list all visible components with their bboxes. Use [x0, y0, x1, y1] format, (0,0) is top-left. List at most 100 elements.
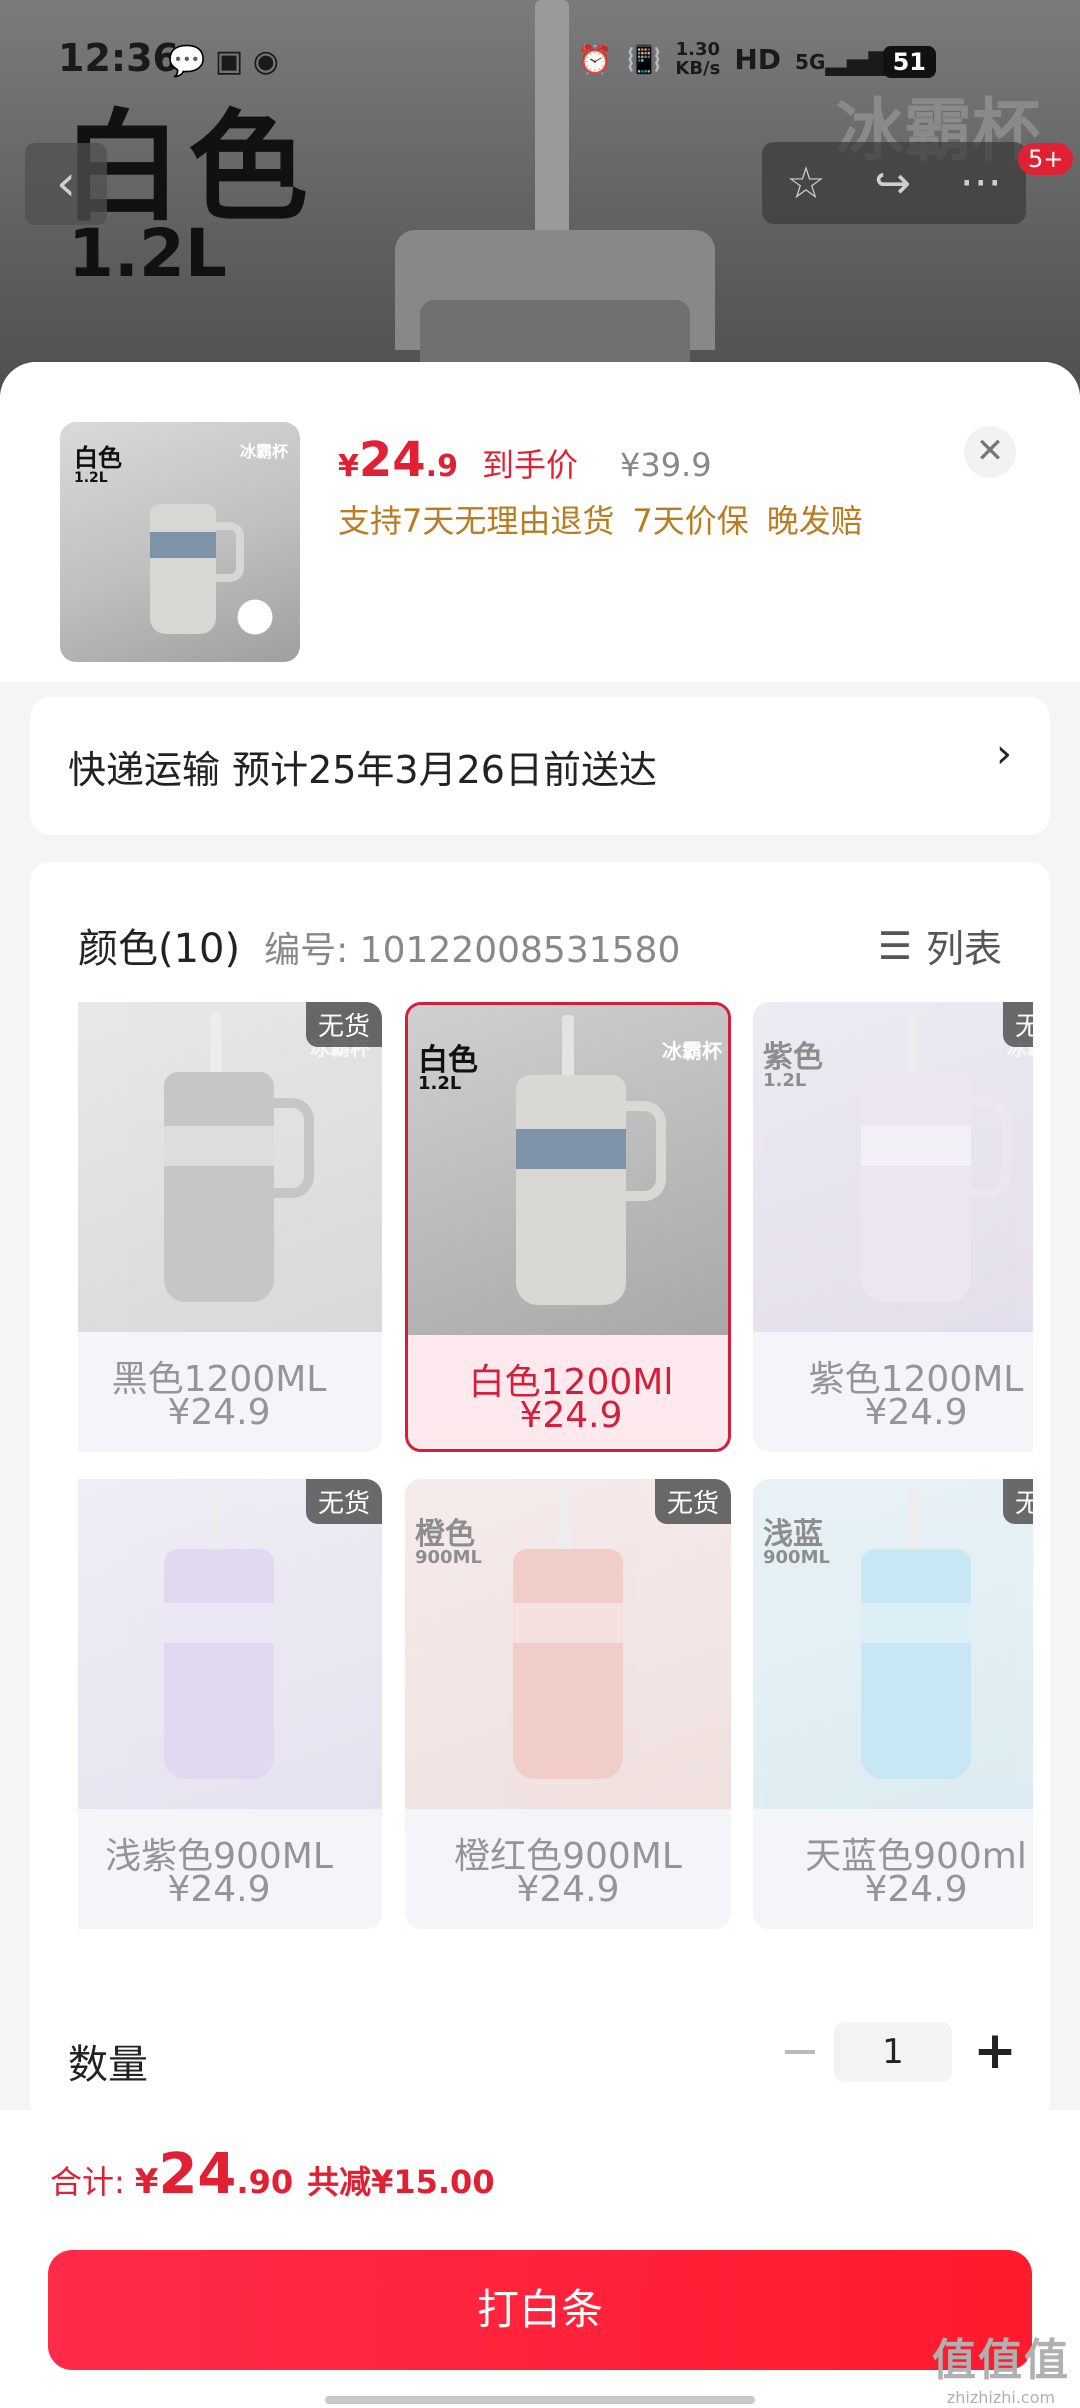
color-option-light-purple[interactable]: 浅紫色900ML ¥24.9 无货	[78, 1479, 382, 1929]
nav-action-group: ☆ ↪ ···	[762, 142, 1026, 224]
status-time: 12:36	[58, 36, 179, 80]
price-decimal: .9	[425, 449, 458, 484]
checkout-footer: 合计: ¥ 24 .90 共减¥15.00 打白条	[0, 2110, 1080, 2408]
final-price-label: 到手价	[481, 446, 578, 484]
close-icon: ✕	[975, 431, 1005, 471]
hd-icon: HD	[734, 42, 782, 76]
cup-handle	[270, 1098, 314, 1198]
chevron-right-icon: ›	[996, 731, 1012, 777]
cup-band	[516, 1129, 626, 1169]
cup-shape	[513, 1549, 623, 1779]
quantity-row: 数量 − 1 +	[30, 1992, 1050, 2122]
thumb-cup-band	[150, 532, 216, 558]
more-icon[interactable]: ···	[960, 158, 1002, 209]
cup-band	[164, 1126, 274, 1166]
color-option-white[interactable]: 白色 1.2L 冰霸杯 白色1200Ml ¥24.9	[405, 1002, 731, 1452]
quantity-label: 数量	[68, 2042, 148, 2088]
net-speed: 1.30 KB/s	[675, 40, 720, 78]
alarm-icon: ⏰	[577, 42, 613, 76]
price-currency: ¥	[338, 449, 359, 484]
option-image: 冰霸杯	[78, 1002, 382, 1332]
color-option-orange-red[interactable]: 橙色 900ML 橙红色900ML ¥24.9 无货	[405, 1479, 731, 1929]
option-capacity-text: 1.2L	[418, 1073, 462, 1094]
option-price: ¥24.9	[519, 1395, 623, 1436]
out-of-stock-badge: 无货	[305, 1002, 382, 1047]
option-capacity-text: 1.2L	[763, 1070, 807, 1091]
total-label: 合计:	[50, 2163, 125, 2201]
option-image: 紫色 1.2L 冰霸杯	[753, 1002, 1033, 1332]
total-decimal: .90	[236, 2163, 294, 2201]
cup-shape	[164, 1549, 274, 1779]
cup-shape	[861, 1072, 971, 1302]
list-view-toggle[interactable]: ☰ 列表	[878, 918, 1002, 973]
battery-level: 51	[882, 46, 936, 78]
option-brand: 冰霸杯	[662, 1039, 722, 1063]
watermark: 值值值 zhizhizhi.com	[932, 2324, 1070, 2407]
thumb-color-text: 白色	[74, 444, 122, 472]
total-saving: 共减¥15.00	[307, 2163, 495, 2201]
options-header: 颜色(10) 编号: 10122008531580	[78, 916, 680, 974]
total-price: 合计: ¥ 24 .90 共减¥15.00	[50, 2142, 495, 2207]
total-currency: ¥	[134, 2162, 159, 2202]
color-option-black[interactable]: 冰霸杯 黑色1200ML ¥24.9 无货	[78, 1002, 382, 1452]
quantity-increase-button[interactable]: +	[965, 2022, 1025, 2082]
hero-capacity-text: 1.2L	[68, 215, 227, 292]
chevron-left-icon: ‹	[56, 154, 76, 212]
shipping-row[interactable]: 快递运输 预计25年3月26日前送达 ›	[30, 697, 1050, 835]
product-thumbnail[interactable]: 白色 1.2L 冰霸杯	[60, 422, 300, 662]
option-price: ¥24.9	[516, 1869, 620, 1910]
option-price: ¥24.9	[864, 1869, 968, 1910]
ious-pay-button[interactable]: 打白条	[48, 2250, 1032, 2370]
price-integer: 24	[358, 432, 426, 488]
sku-selection-sheet: 白色 1.2L 冰霸杯 ¥24.9 到手价 ¥39.9 支持7天无理由退货 7天…	[0, 362, 1080, 2408]
option-capacity-text: 900ML	[763, 1547, 830, 1568]
list-view-label: 列表	[925, 927, 1002, 971]
share-icon[interactable]: ↪	[874, 158, 911, 209]
color-option-purple[interactable]: 紫色 1.2L 冰霸杯 紫色1200ML ¥24.9 无货	[753, 1002, 1033, 1452]
option-price: ¥24.9	[167, 1869, 271, 1910]
vibrate-icon: 📳	[626, 42, 662, 76]
message-badge: 5+	[1018, 143, 1074, 175]
close-button[interactable]: ✕	[964, 426, 1016, 478]
cup-shape	[516, 1075, 626, 1305]
color-option-sky-blue[interactable]: 浅蓝 900ML 天蓝色900ml ¥24.9 无货	[753, 1479, 1033, 1929]
back-button[interactable]: ‹	[25, 143, 107, 225]
out-of-stock-badge: 无货	[1002, 1002, 1033, 1047]
price-row: ¥24.9 到手价 ¥39.9	[338, 432, 712, 488]
list-icon: ☰	[877, 923, 912, 968]
total-integer: 24	[158, 2142, 237, 2207]
cup-band	[861, 1126, 971, 1166]
option-image	[78, 1479, 382, 1809]
cup-handle	[967, 1098, 1011, 1198]
option-price: ¥24.9	[864, 1392, 968, 1433]
net-speed-value: 1.30	[675, 39, 721, 60]
watermark-logo: 值值值	[932, 2335, 1070, 2386]
shipping-estimate: 快递运输 预计25年3月26日前送达	[68, 748, 657, 792]
promise-return: 支持7天无理由退货	[338, 502, 615, 540]
home-indicator[interactable]	[325, 2396, 755, 2404]
out-of-stock-badge: 无货	[654, 1479, 731, 1524]
thumb-brand-text: 冰霸杯	[239, 442, 288, 461]
option-price: ¥24.9	[167, 1392, 271, 1433]
option-capacity-text: 900ML	[415, 1547, 482, 1568]
cup-band	[513, 1603, 623, 1643]
color-grid: 冰霸杯 黑色1200ML ¥24.9 无货 白色 1.2L 冰霸杯 白色1200…	[78, 1002, 1033, 1962]
cup-band	[164, 1603, 274, 1643]
out-of-stock-badge: 无货	[305, 1479, 382, 1524]
option-image: 白色 1.2L 冰霸杯	[408, 1005, 728, 1335]
favorite-star-icon[interactable]: ☆	[786, 158, 825, 209]
out-of-stock-badge: 无货	[1002, 1479, 1033, 1524]
thumb-cup-image	[150, 504, 216, 634]
option-image: 橙色 900ML	[405, 1479, 731, 1809]
cup-shape	[164, 1072, 274, 1302]
net-speed-unit: KB/s	[675, 58, 721, 79]
quantity-decrease-button[interactable]: −	[770, 2022, 830, 2082]
watermark-site: zhizhizhi.com	[946, 2388, 1056, 2407]
thumb-capacity-text: 1.2L	[74, 470, 108, 486]
color-options-panel: 颜色(10) 编号: 10122008531580 ☰ 列表 冰霸杯 黑色120…	[30, 862, 1050, 2102]
status-bar: 12:36 💬 ▣ ◉ ⏰ 📳 1.30 KB/s HD 5G▂▄▆ 51	[0, 0, 1080, 120]
thumb-flowers	[220, 592, 290, 642]
service-promises: 支持7天无理由退货 7天价保 晚发赔	[338, 496, 863, 542]
quantity-value[interactable]: 1	[834, 2022, 952, 2082]
cup-handle	[622, 1101, 666, 1201]
